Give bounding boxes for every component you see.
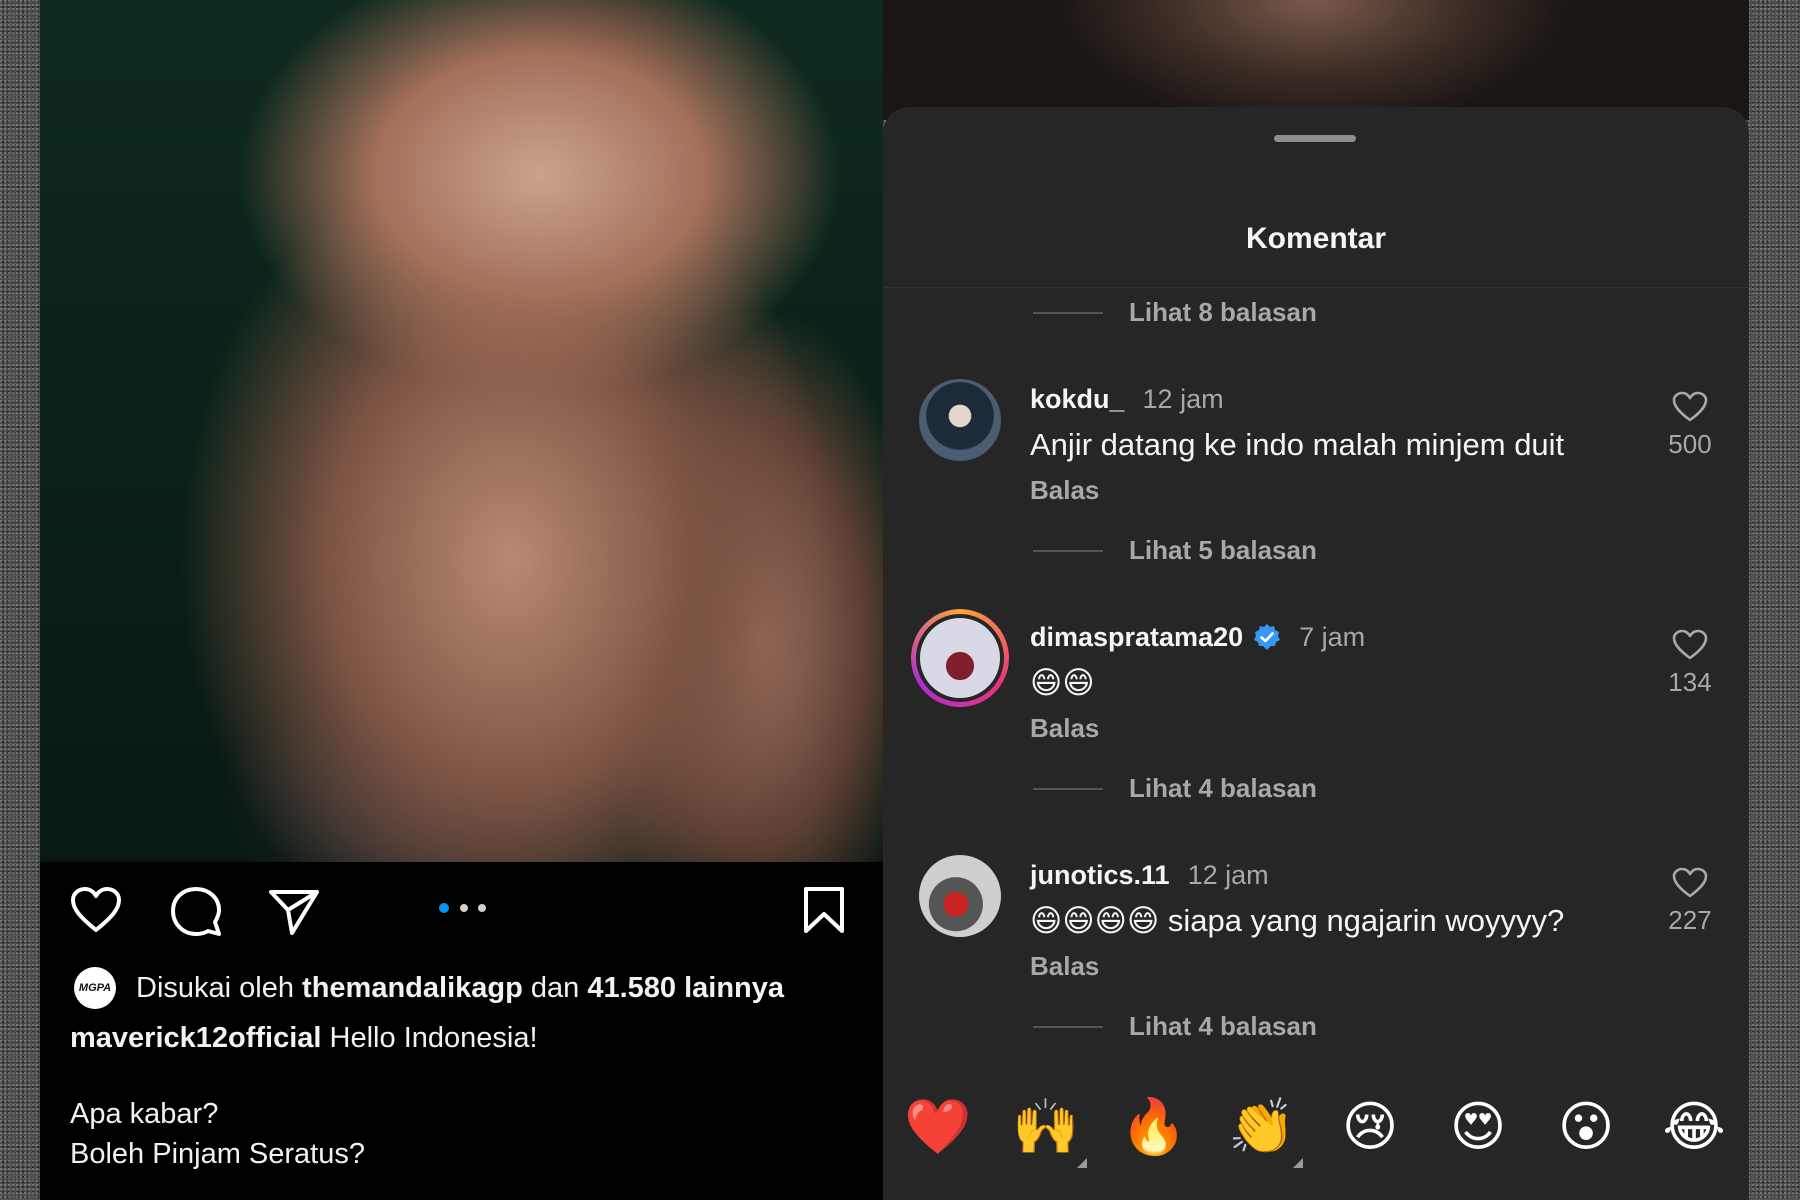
comment-text: 😄😄 [1030, 665, 1095, 700]
skin-tone-indicator [1077, 1158, 1087, 1168]
emoji-laughing[interactable]: 😂 [1659, 1092, 1729, 1162]
reply-button[interactable]: Balas [1030, 713, 1099, 744]
post-panel: MGPA Disukai oleh themandalikagp dan 41.… [40, 0, 883, 1200]
avatar-story-ring[interactable] [911, 609, 1009, 707]
liked-by-others[interactable]: 41.580 lainnya [587, 968, 784, 1008]
caption-line-2: Apa kabar? [70, 1098, 219, 1130]
like-count: 227 [1668, 905, 1712, 935]
view-replies-label: Lihat 5 balasan [1129, 535, 1317, 565]
comment-like[interactable]: 134 [1655, 629, 1725, 698]
comment-username[interactable]: kokdu_ [1030, 384, 1125, 415]
like-count: 134 [1668, 667, 1712, 697]
view-replies-label: Lihat 4 balasan [1129, 773, 1317, 803]
emoji-quick-reactions: ❤️ 🙌 🔥 👏 😢 😍 😮 😂 [883, 1092, 1749, 1182]
avatar[interactable] [919, 379, 1001, 461]
view-replies-label: Lihat 4 balasan [1129, 1011, 1317, 1041]
replies-line [1033, 549, 1103, 552]
likes-summary[interactable]: MGPA Disukai oleh themandalikagp dan 41.… [70, 962, 870, 1014]
replies-line [1033, 787, 1103, 790]
comment-text: Anjir datang ke indo malah minjem duit [1030, 427, 1565, 462]
replies-line [1033, 1025, 1103, 1028]
emoji-heart[interactable]: ❤️ [903, 1092, 973, 1162]
post-photo[interactable] [40, 0, 883, 862]
replies-line [1033, 311, 1103, 314]
liker-avatar: MGPA [74, 967, 116, 1009]
avatar [916, 614, 1004, 702]
avatar[interactable] [919, 855, 1001, 937]
share-icon[interactable] [268, 888, 320, 936]
verified-badge-icon [1254, 624, 1281, 650]
like-count: 500 [1668, 429, 1712, 459]
background-photo-peek [883, 0, 1749, 120]
reply-button[interactable]: Balas [1030, 951, 1099, 982]
sheet-title: Komentar [1245, 222, 1387, 255]
comment-time: 7 jam [1299, 621, 1366, 652]
caption-username[interactable]: maverick12official [70, 1018, 321, 1058]
caption: maverick12official Hello Indonesia! [70, 1014, 870, 1062]
view-replies-link[interactable]: Lihat 4 balasan [1033, 1011, 1317, 1042]
comment-username[interactable]: junotics.11 [1030, 860, 1170, 891]
comment-icon[interactable] [170, 886, 222, 938]
divider [883, 287, 1749, 288]
emoji-surprised[interactable]: 😮 [1551, 1092, 1621, 1162]
post-actions-bar [40, 862, 883, 952]
emoji-fire[interactable]: 🔥 [1119, 1092, 1189, 1162]
emoji-crying[interactable]: 😢 [1335, 1092, 1405, 1162]
view-replies-link[interactable]: Lihat 5 balasan [1033, 535, 1317, 566]
comments-sheet: Komentar Lihat 8 balasan kokdu_ 12 jam A… [883, 107, 1749, 1200]
emoji-heart-eyes[interactable]: 😍 [1443, 1092, 1513, 1162]
like-icon[interactable] [70, 886, 122, 934]
comment-like[interactable]: 227 [1655, 867, 1725, 936]
comment-like[interactable]: 500 [1655, 391, 1725, 460]
heart-icon[interactable] [1672, 391, 1708, 423]
post-meta: MGPA Disukai oleh themandalikagp dan 41.… [70, 962, 870, 1174]
carousel-dots [438, 902, 490, 914]
comment-username[interactable]: dimaspratama20 [1030, 622, 1243, 653]
emoji-raising-hands[interactable]: 🙌 [1011, 1092, 1087, 1168]
view-replies-link[interactable]: Lihat 4 balasan [1033, 773, 1317, 804]
comment-item: junotics.11 12 jam 😄😄😄😄 siapa yang ngaja… [883, 855, 1749, 995]
sheet-drag-handle[interactable] [1274, 135, 1356, 142]
emoji-clapping[interactable]: 👏 [1227, 1092, 1303, 1168]
bookmark-icon[interactable] [802, 886, 846, 934]
caption-line-3: Boleh Pinjam Seratus? [70, 1138, 365, 1170]
heart-icon[interactable] [1672, 867, 1708, 899]
liked-by-and: dan [530, 972, 580, 1004]
heart-icon[interactable] [1672, 629, 1708, 661]
emoji-clapping-glyph: 👏 [1228, 1095, 1296, 1158]
caption-text: Hello Indonesia! [329, 1022, 538, 1054]
comment-item: kokdu_ 12 jam Anjir datang ke indo malah… [883, 379, 1749, 519]
comment-time: 12 jam [1142, 383, 1224, 414]
liked-by-prefix: Disukai oleh [136, 972, 294, 1004]
reply-button[interactable]: Balas [1030, 475, 1099, 506]
liked-by-user[interactable]: themandalikagp [302, 968, 523, 1008]
comment-text: 😄😄😄😄 siapa yang ngajarin woyyyy? [1030, 903, 1565, 938]
view-replies-label: Lihat 8 balasan [1129, 297, 1317, 327]
comment-item: dimaspratama20 7 jam 😄😄 Balas 134 [883, 609, 1749, 757]
emoji-raising-hands-glyph: 🙌 [1012, 1095, 1080, 1158]
skin-tone-indicator [1293, 1158, 1303, 1168]
view-replies-link[interactable]: Lihat 8 balasan [1033, 297, 1317, 328]
comment-time: 12 jam [1187, 859, 1269, 890]
